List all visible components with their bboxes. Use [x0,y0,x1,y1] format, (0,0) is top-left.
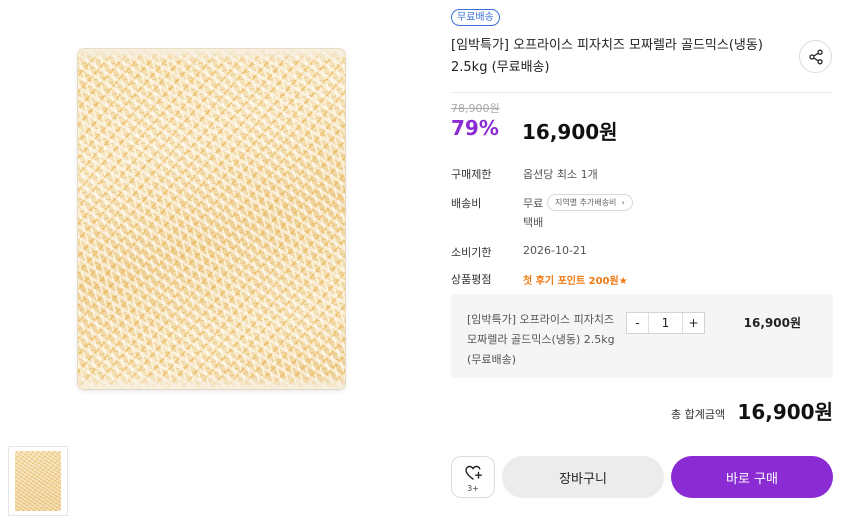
product-gallery [0,0,420,529]
expiry-value: 2026-10-21 [523,244,587,257]
review-point-notice: 첫 후기 포인트 200원★ [523,276,628,287]
option-price: 16,900원 [743,316,801,330]
chevron-right-icon: › [618,198,625,207]
free-shipping-badge: 무료배송 [451,9,500,26]
quantity-value[interactable]: 1 [649,313,682,333]
wishlist-button[interactable]: 3+ [451,456,495,498]
product-main-image[interactable] [8,22,412,426]
share-button[interactable] [799,40,832,73]
quantity-decrease-button[interactable]: - [627,313,649,333]
shipping-method: 택배 [523,216,544,229]
share-icon [808,49,823,64]
product-title: [임박특가] 오프라이스 피자치즈 모짜렐라 골드믹스(냉동) 2.5kg (무… [451,38,763,75]
total-amount-label: 총 합계금액 [671,408,726,421]
region-shipping-fee-label: 지역별 추가배송비 [555,198,617,207]
shipping-fee-label: 배송비 [451,197,482,210]
add-to-cart-button[interactable]: 장바구니 [502,456,664,498]
wishlist-count: 3+ [467,484,479,493]
selected-option-name: [임박특가] 오프라이스 피자치즈 모짜렐라 골드믹스(냉동) 2.5kg (무… [467,313,615,366]
region-shipping-fee-button[interactable]: 지역별 추가배송비 › [547,194,633,211]
product-info-panel: 무료배송 [임박특가] 오프라이스 피자치즈 모짜렐라 골드믹스(냉동) 2.5… [451,0,833,529]
cheese-bag-image [78,49,345,389]
product-thumbnail[interactable] [8,446,68,516]
selected-option-box: [임박특가] 오프라이스 피자치즈 모짜렐라 골드믹스(냉동) 2.5kg (무… [451,294,833,378]
quantity-increase-button[interactable]: + [682,313,704,333]
buy-now-button[interactable]: 바로 구매 [671,456,833,498]
purchase-limit-label: 구매제한 [451,168,492,181]
original-price: 78,900원 [451,102,500,115]
total-amount: 16,900원 [737,400,833,424]
divider [451,92,833,93]
heart-plus-icon [465,465,482,480]
quantity-stepper: - 1 + [626,312,705,334]
expiry-label: 소비기한 [451,246,492,259]
shipping-fee-value: 무료 [523,197,544,210]
discount-rate: 79% [451,116,499,140]
rating-label: 상품평점 [451,273,492,286]
sale-price: 16,900원 [522,120,618,144]
purchase-limit-value: 옵션당 최소 1개 [523,168,598,181]
cheese-bag-thumbnail-image [15,451,61,511]
